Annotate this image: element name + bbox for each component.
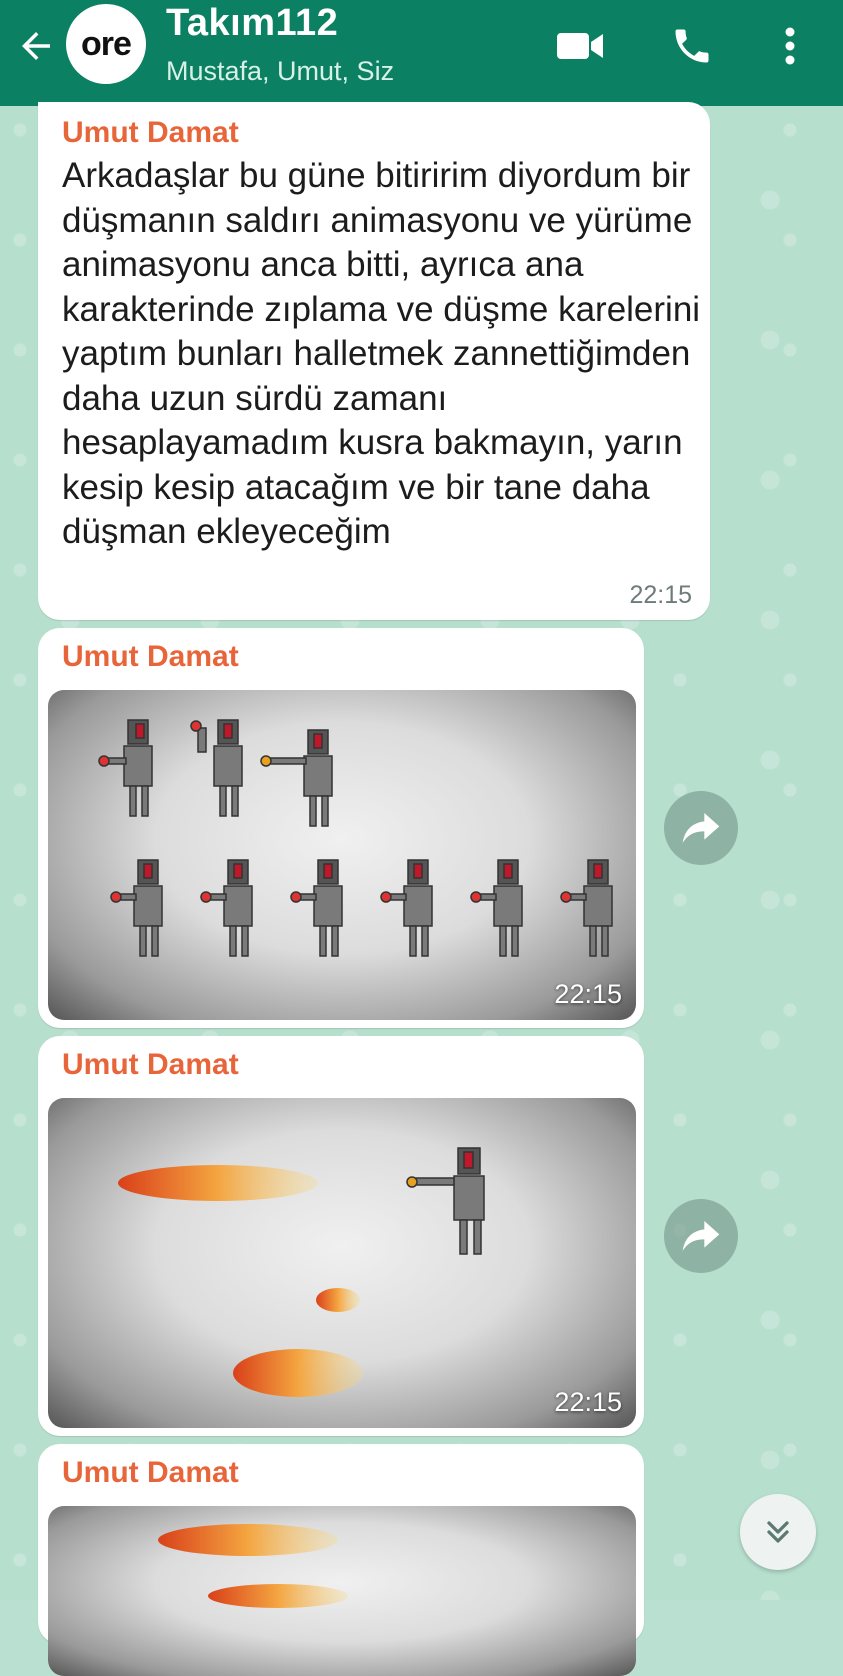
image-time: 22:15 xyxy=(554,979,622,1009)
sprite-sheet-image[interactable]: 22:15 xyxy=(48,690,636,1020)
message-bubble[interactable]: Umut Damat Arkadaşlar bu güne bitiririm … xyxy=(38,102,710,620)
back-arrow-icon[interactable] xyxy=(14,24,58,68)
phone-icon[interactable] xyxy=(664,22,720,70)
fireball-sprites-graphic xyxy=(118,1147,485,1397)
share-forward-icon[interactable] xyxy=(664,791,738,865)
chat-header: ore Takım112 Mustafa, Umut, Siz xyxy=(0,0,843,106)
robot-sprites-graphic xyxy=(98,719,613,957)
sender-name: Umut Damat xyxy=(62,1456,239,1489)
image-message-bubble[interactable]: Umut Damat 22:15 xyxy=(38,1036,644,1436)
image-message-bubble[interactable]: Umut Damat 22:15 xyxy=(38,628,644,1028)
share-forward-icon[interactable] xyxy=(664,1199,738,1273)
chat-participants[interactable]: Mustafa, Umut, Siz xyxy=(166,56,394,87)
sender-name: Umut Damat xyxy=(62,116,239,149)
fireball-sprites-graphic xyxy=(158,1524,348,1608)
chat-title[interactable]: Takım112 xyxy=(166,2,338,45)
image-message-bubble[interactable]: Umut Damat xyxy=(38,1444,644,1676)
sender-name: Umut Damat xyxy=(62,640,239,673)
fireball-sprites-image[interactable]: 22:15 xyxy=(48,1098,636,1428)
message-text: Arkadaşlar bu güne bitiririm diyordum bi… xyxy=(62,156,701,551)
more-vertical-icon[interactable] xyxy=(762,22,818,70)
video-camera-icon[interactable] xyxy=(552,22,608,70)
group-avatar[interactable]: ore xyxy=(66,4,146,84)
sender-name: Umut Damat xyxy=(62,1048,239,1081)
image-time: 22:15 xyxy=(554,1387,622,1417)
double-chevron-down-icon[interactable] xyxy=(740,1494,816,1570)
message-time: 22:15 xyxy=(629,581,692,609)
fireball-sprites-image[interactable] xyxy=(48,1506,636,1676)
